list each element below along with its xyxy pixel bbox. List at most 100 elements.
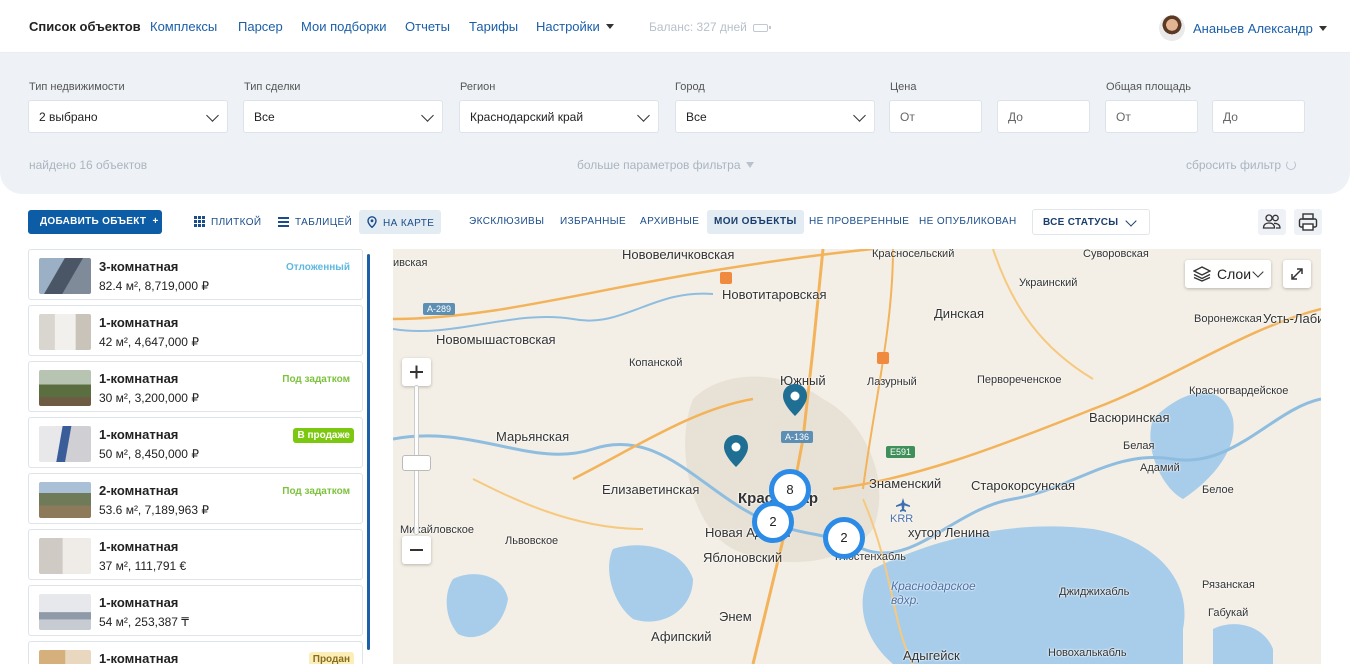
price-from-input[interactable] bbox=[889, 100, 982, 133]
nav-settings[interactable]: Настройки bbox=[536, 19, 614, 34]
list-scrollbar[interactable] bbox=[367, 254, 370, 650]
map-view[interactable]: Нововеличковская Красносельский Суворовс… bbox=[393, 249, 1321, 664]
listing-details: 82.4 м², 8,719,000 ₽ bbox=[99, 279, 209, 293]
view-map-button[interactable]: НА КАРТЕ bbox=[359, 210, 441, 234]
map-pin-icon[interactable] bbox=[782, 383, 808, 417]
map-label: хутор Ленина bbox=[908, 525, 990, 540]
city-select[interactable]: Все bbox=[675, 100, 875, 133]
user-menu[interactable]: Ананьев Александр bbox=[1193, 21, 1327, 36]
add-object-button[interactable]: ДОБАВИТЬ ОБЪЕКТ + bbox=[28, 210, 162, 234]
map-label: Белая bbox=[1123, 440, 1155, 452]
tab-unpublished[interactable]: НЕ ОПУБЛИКОВАН bbox=[912, 210, 1024, 234]
view-table-button[interactable]: ТАБЛИЦЕЙ bbox=[270, 210, 360, 234]
user-name: Ананьев Александр bbox=[1193, 21, 1313, 36]
zoom-slider-handle[interactable] bbox=[402, 455, 431, 471]
nav-tariffs[interactable]: Тарифы bbox=[469, 19, 518, 34]
layers-button[interactable]: Слои bbox=[1185, 260, 1271, 288]
map-pin-icon[interactable] bbox=[723, 434, 749, 468]
more-filters-link[interactable]: больше параметров фильтра bbox=[577, 158, 754, 172]
map-label: Знаменский bbox=[869, 476, 942, 491]
add-object-label: ДОБАВИТЬ ОБЪЕКТ bbox=[40, 216, 147, 227]
map-label: Первореченское bbox=[977, 374, 1062, 386]
listing-list: 3-комнатная 82.4 м², 8,719,000 ₽ Отложен… bbox=[28, 249, 364, 664]
map-label: Джиджихабль bbox=[1059, 586, 1130, 598]
map-cluster-marker[interactable]: 2 bbox=[823, 517, 865, 559]
listing-title: 2-комнатная bbox=[99, 483, 179, 498]
map-label-reservoir: Краснодарское вдхр. bbox=[891, 579, 976, 607]
status-badge: В продаже bbox=[293, 428, 354, 443]
status-badge: Под задатком bbox=[282, 374, 350, 385]
fullscreen-button[interactable] bbox=[1283, 260, 1311, 288]
reset-filter-link[interactable]: сбросить фильтр bbox=[1186, 158, 1297, 172]
listing-details: 54 м², 253,387 ₸ bbox=[99, 615, 189, 629]
map-cluster-marker[interactable]: 2 bbox=[752, 501, 794, 543]
plus-icon: + bbox=[152, 216, 159, 227]
tab-exclusives[interactable]: ЭКСКЛЮЗИВЫ bbox=[462, 210, 551, 234]
nav-parser[interactable]: Парсер bbox=[238, 19, 283, 34]
price-label: Цена bbox=[890, 81, 917, 93]
area-from-input[interactable] bbox=[1105, 100, 1198, 133]
more-filters-label: больше параметров фильтра bbox=[577, 158, 741, 172]
listing-card[interactable]: 1-комнатная 42 м², 4,647,000 ₽ bbox=[28, 305, 363, 356]
listing-photo bbox=[39, 538, 91, 574]
tab-unverified[interactable]: НЕ ПРОВЕРЕННЫЕ bbox=[802, 210, 916, 234]
listing-card[interactable]: 1-комнатная 30 м², 3,200,000 ₽ Под задат… bbox=[28, 361, 363, 412]
location-pin-icon bbox=[367, 216, 377, 228]
map-label: Новотитаровская bbox=[722, 287, 827, 302]
map-label: Новомышастовская bbox=[436, 332, 556, 347]
railway-station-icon bbox=[877, 352, 889, 364]
listing-details: 53.6 м², 7,189,963 ₽ bbox=[99, 503, 209, 517]
map-label: Белое bbox=[1202, 484, 1234, 496]
map-label: Марьянская bbox=[496, 429, 570, 444]
map-label: ивская bbox=[393, 257, 428, 269]
zoom-out-button[interactable] bbox=[402, 536, 431, 564]
property-type-select[interactable]: 2 выбрано bbox=[28, 100, 228, 133]
status-select[interactable]: ВСЕ СТАТУСЫ bbox=[1032, 209, 1150, 235]
chevron-down-icon bbox=[1252, 266, 1264, 278]
listing-card[interactable]: 3-комнатная 82.4 м², 8,719,000 ₽ Отложен… bbox=[28, 249, 363, 300]
map-label: Рязанская bbox=[1202, 579, 1255, 591]
map-label: Яблоновский bbox=[703, 550, 783, 565]
deal-type-value: Все bbox=[254, 110, 275, 124]
airport-code: KRR bbox=[890, 513, 914, 525]
print-button[interactable] bbox=[1294, 209, 1322, 235]
listing-card[interactable]: 1-комнатная 37 м², 111,791 € bbox=[28, 529, 363, 580]
tab-favorites[interactable]: ИЗБРАННЫЕ bbox=[553, 210, 633, 234]
tab-archived[interactable]: АРХИВНЫЕ bbox=[633, 210, 706, 234]
view-tiles-button[interactable]: ПЛИТКОЙ bbox=[186, 210, 270, 234]
nav-my-selections[interactable]: Мои подборки bbox=[301, 19, 387, 34]
avatar[interactable] bbox=[1159, 15, 1185, 41]
listing-card[interactable]: 1-комнатная 54 м², 253,387 ₸ bbox=[28, 585, 363, 636]
map-label: Елизаветинская bbox=[602, 482, 700, 497]
tab-my-objects[interactable]: МОИ ОБЪЕКТЫ bbox=[707, 210, 804, 234]
price-to-input[interactable] bbox=[997, 100, 1090, 133]
listing-title: 3-комнатная bbox=[99, 259, 179, 274]
listing-details: 42 м², 4,647,000 ₽ bbox=[99, 335, 199, 349]
balance-indicator: Баланс: 327 дней bbox=[649, 20, 771, 34]
deal-type-select[interactable]: Все bbox=[243, 100, 443, 133]
users-button[interactable] bbox=[1258, 209, 1286, 235]
status-select-label: ВСЕ СТАТУСЫ bbox=[1043, 217, 1119, 228]
map-label: Нововеличковская bbox=[622, 249, 735, 262]
region-select[interactable]: Краснодарский край bbox=[459, 100, 659, 133]
refresh-icon bbox=[1286, 160, 1297, 170]
listing-title: 1-комнатная bbox=[99, 651, 179, 664]
listing-photo bbox=[39, 482, 91, 518]
listing-card[interactable]: 1-комнатная 50 м², 8,450,000 ₽ В продаже bbox=[28, 417, 363, 468]
list-icon bbox=[278, 217, 289, 227]
road-badge: А-289 bbox=[423, 303, 456, 315]
chevron-down-icon bbox=[1125, 215, 1137, 227]
region-value: Краснодарский край bbox=[470, 110, 584, 124]
area-to-input[interactable] bbox=[1212, 100, 1305, 133]
listing-card[interactable]: 1-комнатная Продан bbox=[28, 641, 363, 664]
nav-reports[interactable]: Отчеты bbox=[405, 19, 450, 34]
nav-objects-list[interactable]: Список объектов bbox=[29, 19, 141, 34]
zoom-in-button[interactable] bbox=[402, 358, 431, 386]
balance-text: Баланс: 327 дней bbox=[649, 20, 747, 34]
nav-complexes[interactable]: Комплексы bbox=[150, 19, 217, 34]
listing-card[interactable]: 2-комнатная 53.6 м², 7,189,963 ₽ Под зад… bbox=[28, 473, 363, 524]
map-label: Михайловское bbox=[400, 524, 474, 536]
plus-icon bbox=[410, 365, 423, 379]
listing-photo bbox=[39, 650, 91, 664]
railway-station-icon bbox=[720, 272, 732, 284]
